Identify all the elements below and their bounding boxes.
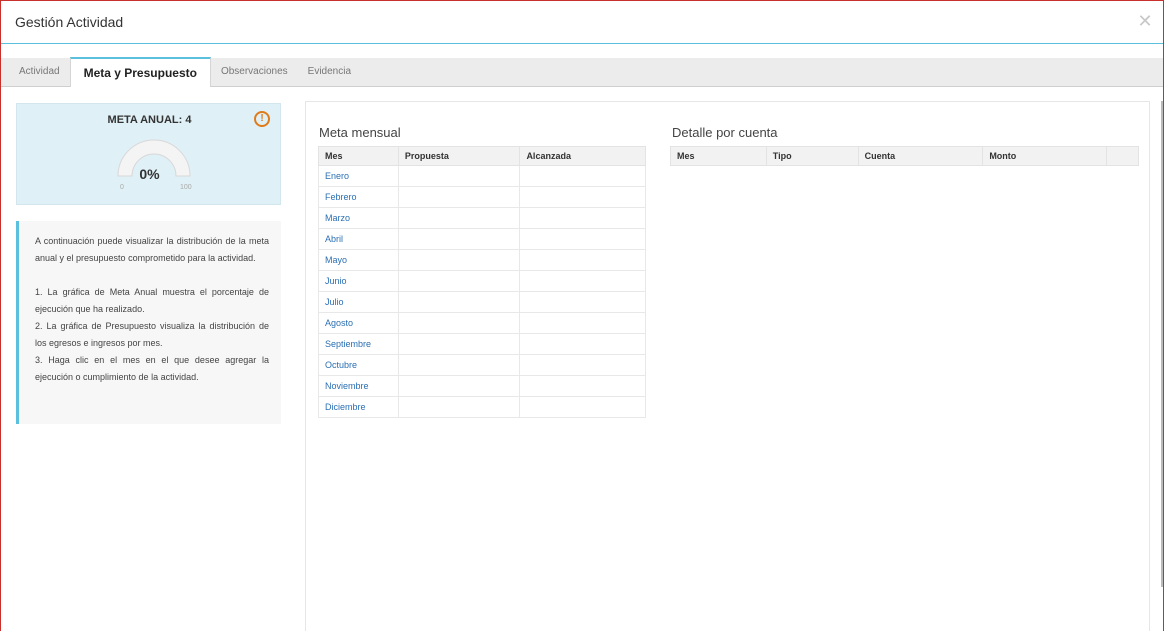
column-header-alcanzada: Alcanzada <box>519 146 646 166</box>
vertical-scrollbar[interactable] <box>1161 101 1163 587</box>
alcanzada-cell <box>519 165 646 187</box>
column-header-mes: Mes <box>670 146 767 166</box>
help-item: 3. Haga clic en el mes en el que desee a… <box>35 355 269 382</box>
month-cell[interactable]: Mayo <box>318 249 399 271</box>
meta-anual-panel: META ANUAL: 4 ! 0% 0 100 <box>16 103 281 205</box>
propuesta-cell <box>397 249 521 271</box>
month-cell[interactable]: Julio <box>318 291 399 313</box>
help-intro: A continuación puede visualizar la distr… <box>35 236 269 263</box>
alcanzada-cell <box>519 396 646 418</box>
table-row[interactable]: Abril <box>318 228 646 250</box>
tab-meta-presupuesto[interactable]: Meta y Presupuesto <box>69 57 211 87</box>
month-cell[interactable]: Marzo <box>318 207 399 229</box>
propuesta-cell <box>397 333 521 355</box>
table-row[interactable]: Marzo <box>318 207 646 229</box>
table-row[interactable]: Julio <box>318 291 646 313</box>
help-item: 1. La gráfica de Meta Anual muestra el p… <box>35 287 269 314</box>
table-row[interactable]: Septiembre <box>318 333 646 355</box>
month-cell[interactable]: Febrero <box>318 186 399 208</box>
gauge-min-label: 0 <box>120 184 124 191</box>
alcanzada-cell <box>519 186 646 208</box>
month-cell[interactable]: Octubre <box>318 354 399 376</box>
propuesta-cell <box>397 354 521 376</box>
alcanzada-cell <box>519 228 646 250</box>
meta-anual-title: META ANUAL: 4 <box>107 114 192 126</box>
alcanzada-cell <box>519 291 646 313</box>
meta-mensual-table: Mes Propuesta Alcanzada Enero Febrero Marz… <box>318 146 646 418</box>
propuesta-cell <box>397 270 521 292</box>
propuesta-cell <box>397 375 521 397</box>
column-header-actions <box>1106 146 1139 166</box>
meta-mensual-title: Meta mensual <box>319 125 401 140</box>
table-row[interactable]: Diciembre <box>318 396 646 418</box>
table-header-row: Mes Tipo Cuenta Monto <box>670 146 1139 166</box>
tab-bar: Actividad Meta y Presupuesto Observacion… <box>1 57 1163 87</box>
tab-evidencia[interactable]: Evidencia <box>298 58 361 86</box>
column-header-propuesta: Propuesta <box>397 146 521 166</box>
alcanzada-cell <box>519 249 646 271</box>
column-header-mes: Mes <box>318 146 399 166</box>
content-panel: Meta mensual Mes Propuesta Alcanzada Ene… <box>305 101 1150 631</box>
dialog-title: Gestión Actividad <box>15 14 124 30</box>
alcanzada-cell <box>519 270 646 292</box>
table-row[interactable]: Enero <box>318 165 646 187</box>
close-icon[interactable]: ✕ <box>1137 12 1153 30</box>
propuesta-cell <box>397 312 521 334</box>
help-panel: A continuación puede visualizar la distr… <box>16 221 281 424</box>
table-row[interactable]: Junio <box>318 270 646 292</box>
detalle-cuenta-table: Mes Tipo Cuenta Monto <box>670 146 1139 166</box>
table-row[interactable]: Noviembre <box>318 375 646 397</box>
table-row[interactable]: Mayo <box>318 249 646 271</box>
propuesta-cell <box>397 207 521 229</box>
gauge-max-label: 100 <box>180 184 192 191</box>
propuesta-cell <box>397 186 521 208</box>
tab-actividad[interactable]: Actividad <box>9 58 70 86</box>
help-item: 2. La gráfica de Presupuesto visualiza l… <box>35 321 269 348</box>
table-row[interactable]: Octubre <box>318 354 646 376</box>
table-row[interactable]: Agosto <box>318 312 646 334</box>
dialog-titlebar: Gestión Actividad ✕ <box>1 1 1163 44</box>
column-header-monto: Monto <box>982 146 1108 166</box>
gauge-value: 0% <box>139 166 160 182</box>
alcanzada-cell <box>519 312 646 334</box>
info-icon[interactable]: ! <box>254 111 270 127</box>
table-header-row: Mes Propuesta Alcanzada <box>318 146 646 166</box>
alcanzada-cell <box>519 207 646 229</box>
month-cell[interactable]: Abril <box>318 228 399 250</box>
month-cell[interactable]: Septiembre <box>318 333 399 355</box>
table-row[interactable]: Febrero <box>318 186 646 208</box>
alcanzada-cell <box>519 333 646 355</box>
month-cell[interactable]: Agosto <box>318 312 399 334</box>
column-header-cuenta: Cuenta <box>857 146 984 166</box>
propuesta-cell <box>397 228 521 250</box>
propuesta-cell <box>397 165 521 187</box>
alcanzada-cell <box>519 354 646 376</box>
column-header-tipo: Tipo <box>765 146 859 166</box>
detalle-cuenta-title: Detalle por cuenta <box>672 125 778 140</box>
tab-observaciones[interactable]: Observaciones <box>211 58 298 86</box>
propuesta-cell <box>397 396 521 418</box>
alcanzada-cell <box>519 375 646 397</box>
dialog-window: Gestión Actividad ✕ Actividad Meta y Pre… <box>0 0 1164 631</box>
month-cell[interactable]: Noviembre <box>318 375 399 397</box>
month-cell[interactable]: Junio <box>318 270 399 292</box>
month-cell[interactable]: Diciembre <box>318 396 399 418</box>
month-cell[interactable]: Enero <box>318 165 399 187</box>
propuesta-cell <box>397 291 521 313</box>
